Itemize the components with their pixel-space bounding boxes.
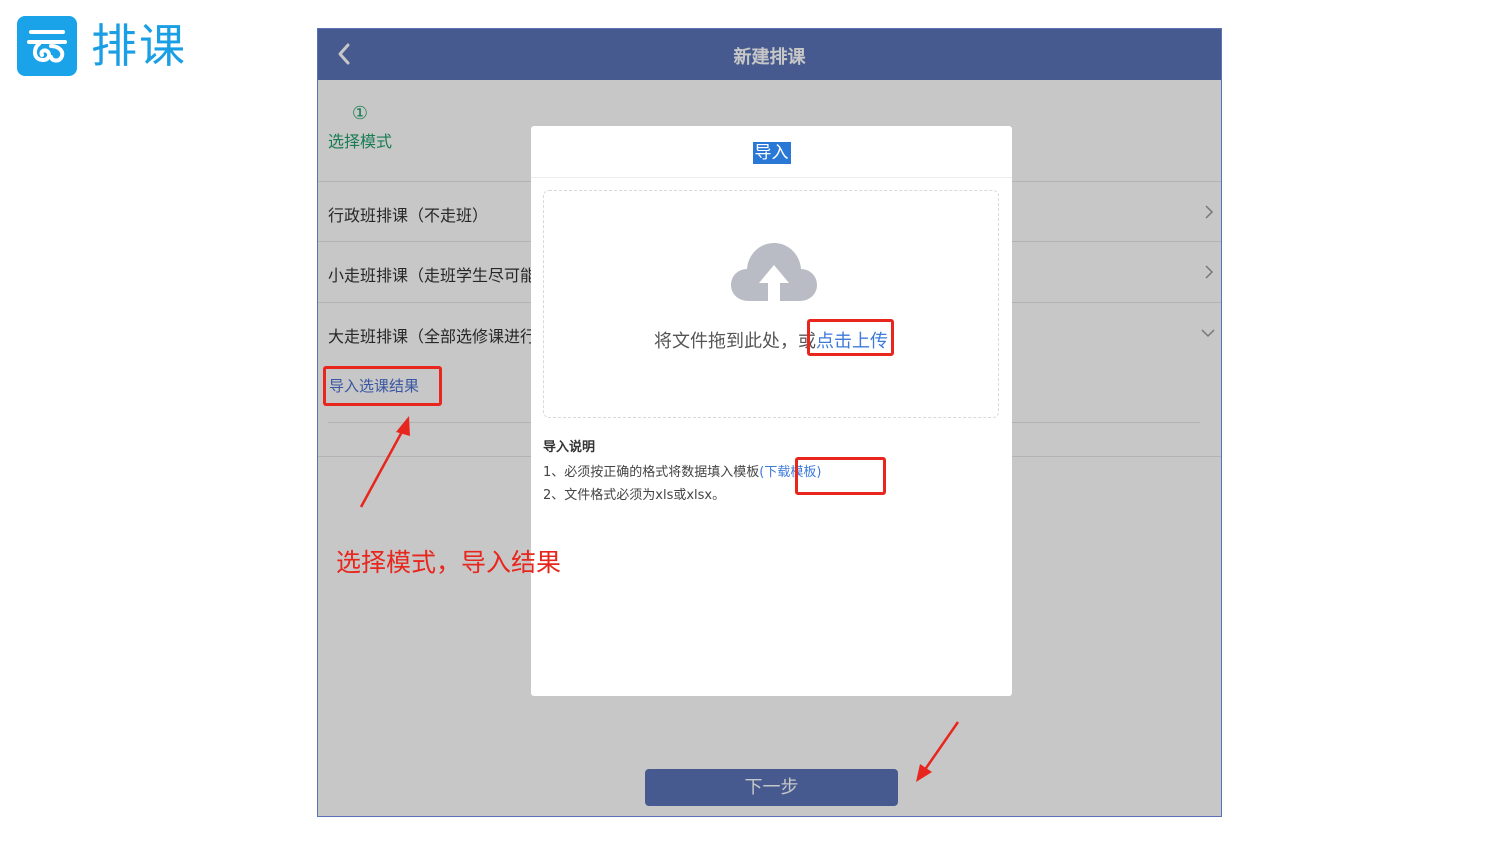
drop-instructions: 将文件拖到此处，或点击上传 [544, 327, 998, 353]
app-window: 新建排课 ① 选择模式 行政班排课（不走班） 小走班排课（走班学生尽可能 大走班… [317, 28, 1222, 817]
highlight-box [795, 457, 886, 495]
highlight-box [807, 319, 894, 356]
brand-title: 排课 [91, 19, 187, 73]
note-item: 2、文件格式必须为xls或xlsx。 [543, 488, 726, 503]
brand: 排课 [17, 15, 187, 77]
highlight-box [323, 366, 442, 406]
note-text: 1、必须按正确的格式将数据填入模板 [543, 465, 760, 480]
note-item: 1、必须按正确的格式将数据填入模板(下载模板) [543, 458, 821, 488]
dialog-header: 导入 [531, 126, 1012, 178]
import-dialog: 导入 将文件拖到此处，或点击上传 导入说明 1、必须按正确的格式将数据填入模板(… [531, 126, 1012, 696]
import-notes: 导入说明 1、必须按正确的格式将数据填入模板(下载模板) 2、文件格式必须为xl… [543, 438, 821, 504]
upload-dropzone[interactable]: 将文件拖到此处，或点击上传 [543, 190, 999, 418]
annotation-text: 选择模式，导入结果 [336, 548, 562, 577]
cloud-logo-icon [17, 16, 77, 76]
notes-title: 导入说明 [543, 440, 596, 455]
cloud-upload-icon [731, 243, 817, 301]
dialog-title: 导入 [752, 142, 791, 164]
drop-text: 将文件拖到此处，或 [654, 331, 816, 352]
